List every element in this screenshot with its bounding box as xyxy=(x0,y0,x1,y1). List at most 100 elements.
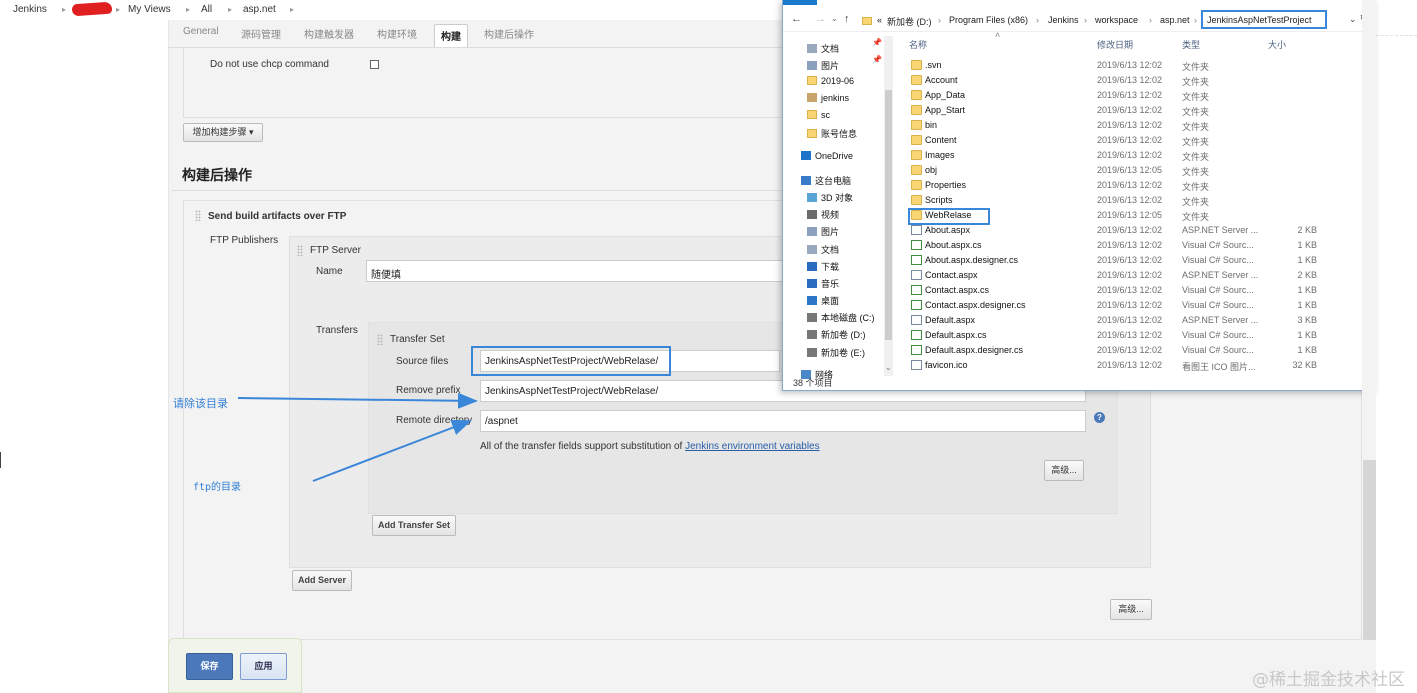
file-name: Images xyxy=(925,150,955,160)
edge-dash xyxy=(1376,35,1417,36)
ribbon-file-tab[interactable] xyxy=(783,0,817,5)
back-arrow-icon[interactable]: ← xyxy=(791,13,802,25)
file-size: 2 KB xyxy=(1297,225,1317,235)
up-arrow-icon[interactable]: ↑ xyxy=(844,13,850,25)
recent-chevron-icon[interactable]: ⌄ xyxy=(831,14,838,23)
file-name: .svn xyxy=(925,60,942,70)
file-type: 文件夹 xyxy=(1182,107,1210,117)
address-crumb-program-files[interactable]: Program Files (x86) xyxy=(949,15,1028,25)
address-separator-icon: › xyxy=(1149,15,1152,25)
pin-icon[interactable]: 📌 xyxy=(872,38,882,47)
file-type: 文件夹 xyxy=(1182,62,1210,72)
file-type: 文件夹 xyxy=(1182,137,1210,147)
file-date: 2019/6/13 12:05 xyxy=(1097,165,1163,175)
file-name: App_Data xyxy=(925,90,966,100)
folder-icon xyxy=(862,17,872,25)
status-item-count: 38 个项目 xyxy=(793,378,833,388)
file-row[interactable]: Properties 2019/6/13 12:02 文件夹 xyxy=(783,178,1376,193)
forward-arrow-icon[interactable]: → xyxy=(815,13,826,25)
address-crumb-workspace[interactable]: workspace xyxy=(1095,15,1138,25)
file-row[interactable]: App_Start 2019/6/13 12:02 文件夹 xyxy=(783,103,1376,118)
file-row[interactable]: WebRelase 2019/6/13 12:05 文件夹 xyxy=(783,208,1376,223)
file-size: 3 KB xyxy=(1297,315,1317,325)
column-date[interactable]: 修改日期 xyxy=(1097,38,1133,51)
file-name: Properties xyxy=(925,180,967,190)
file-row[interactable]: About.aspx.cs 2019/6/13 12:02 Visual C# So… xyxy=(783,238,1376,253)
file-size: 32 KB xyxy=(1292,360,1317,370)
address-crumb-jenkins[interactable]: Jenkins xyxy=(1048,15,1079,25)
file-row[interactable]: .svn 2019/6/13 12:02 文件夹 xyxy=(783,58,1376,73)
file-size: 1 KB xyxy=(1297,285,1317,295)
file-row[interactable]: Contact.aspx.designer.cs 2019/6/13 12:02 V… xyxy=(783,298,1376,313)
csharp-file-icon xyxy=(911,255,922,265)
file-size: 1 KB xyxy=(1297,255,1317,265)
address-crumb-aspnet[interactable]: asp.net xyxy=(1160,15,1190,25)
folder-icon xyxy=(911,120,922,130)
file-date: 2019/6/13 12:02 xyxy=(1097,345,1163,355)
file-type: Visual C# Sourc... xyxy=(1182,345,1254,355)
column-type[interactable]: 类型 xyxy=(1182,38,1200,51)
address-dropdown-icon[interactable]: ⌄ xyxy=(1349,14,1357,25)
file-row[interactable]: Default.aspx.cs 2019/6/13 12:02 Visual C# … xyxy=(783,328,1376,343)
sort-ascending-icon: ˄ xyxy=(995,30,1001,40)
file-date: 2019/6/13 12:02 xyxy=(1097,60,1163,70)
file-type: Visual C# Sourc... xyxy=(1182,255,1254,265)
file-type: ASP.NET Server ... xyxy=(1182,315,1259,325)
file-explorer-window: ← → ⌄ ↑ « 新加卷 (D:) › Program Files (x86)… xyxy=(782,0,1376,391)
file-row[interactable]: favicon.ico 2019/6/13 12:02 看图王 ICO 图片... 3… xyxy=(783,358,1376,373)
address-bar: ← → ⌄ ↑ « 新加卷 (D:) › Program Files (x86)… xyxy=(783,8,1376,32)
file-row[interactable]: Content 2019/6/13 12:02 文件夹 xyxy=(783,133,1376,148)
address-highlight xyxy=(1201,10,1327,29)
file-row[interactable]: Scripts 2019/6/13 12:02 文件夹 xyxy=(783,193,1376,208)
page-scrollbar-thumb[interactable] xyxy=(1363,460,1376,640)
file-date: 2019/6/13 12:02 xyxy=(1097,255,1163,265)
file-date: 2019/6/13 12:02 xyxy=(1097,300,1163,310)
file-date: 2019/6/13 12:02 xyxy=(1097,180,1163,190)
file-name: Contact.aspx.designer.cs xyxy=(925,300,1026,310)
file-icon xyxy=(911,360,922,370)
file-date: 2019/6/13 12:05 xyxy=(1097,210,1163,220)
file-row[interactable]: bin 2019/6/13 12:02 文件夹 xyxy=(783,118,1376,133)
file-row[interactable]: Contact.aspx.cs 2019/6/13 12:02 Visual C# … xyxy=(783,283,1376,298)
file-type: Visual C# Sourc... xyxy=(1182,300,1254,310)
file-size: 1 KB xyxy=(1297,240,1317,250)
file-row[interactable]: Account 2019/6/13 12:02 文件夹 xyxy=(783,73,1376,88)
file-row[interactable]: Default.aspx 2019/6/13 12:02 ASP.NET Serve… xyxy=(783,313,1376,328)
file-name: About.aspx.cs xyxy=(925,240,982,250)
file-row[interactable]: About.aspx 2019/6/13 12:02 ASP.NET Server … xyxy=(783,223,1376,238)
address-prefix: « xyxy=(877,15,883,25)
address-separator-icon: › xyxy=(938,15,941,25)
file-type: ASP.NET Server ... xyxy=(1182,225,1259,235)
webrelase-highlight xyxy=(908,208,990,225)
csharp-file-icon xyxy=(911,300,922,310)
file-date: 2019/6/13 12:02 xyxy=(1097,75,1163,85)
address-crumb-drive[interactable]: 新加卷 (D:) xyxy=(887,15,932,28)
nav-item-1[interactable]: 文档 xyxy=(807,42,839,55)
file-type: Visual C# Sourc... xyxy=(1182,285,1254,295)
file-name: App_Start xyxy=(925,105,966,115)
file-row[interactable]: App_Data 2019/6/13 12:02 文件夹 xyxy=(783,88,1376,103)
file-icon xyxy=(911,225,922,235)
csharp-file-icon xyxy=(911,330,922,340)
document-icon xyxy=(807,44,817,53)
file-type: 文件夹 xyxy=(1182,167,1210,177)
file-row[interactable]: obj 2019/6/13 12:05 文件夹 xyxy=(783,163,1376,178)
file-row[interactable]: Contact.aspx 2019/6/13 12:02 ASP.NET Serve… xyxy=(783,268,1376,283)
file-icon xyxy=(911,270,922,280)
file-date: 2019/6/13 12:02 xyxy=(1097,90,1163,100)
file-name: Content xyxy=(925,135,957,145)
folder-icon xyxy=(911,195,922,205)
file-row[interactable]: Images 2019/6/13 12:02 文件夹 xyxy=(783,148,1376,163)
file-row[interactable]: About.aspx.designer.cs 2019/6/13 12:02 Vis… xyxy=(783,253,1376,268)
file-date: 2019/6/13 12:02 xyxy=(1097,315,1163,325)
file-row[interactable]: Default.aspx.designer.cs 2019/6/13 12:02 V… xyxy=(783,343,1376,358)
file-name: About.aspx xyxy=(925,225,971,235)
file-type: 文件夹 xyxy=(1182,92,1210,102)
file-type: ASP.NET Server ... xyxy=(1182,270,1259,280)
file-date: 2019/6/13 12:02 xyxy=(1097,105,1163,115)
column-name[interactable]: 名称 xyxy=(909,38,927,51)
csharp-file-icon xyxy=(911,345,922,355)
column-size[interactable]: 大小 xyxy=(1268,38,1286,51)
file-date: 2019/6/13 12:02 xyxy=(1097,135,1163,145)
file-date: 2019/6/13 12:02 xyxy=(1097,120,1163,130)
